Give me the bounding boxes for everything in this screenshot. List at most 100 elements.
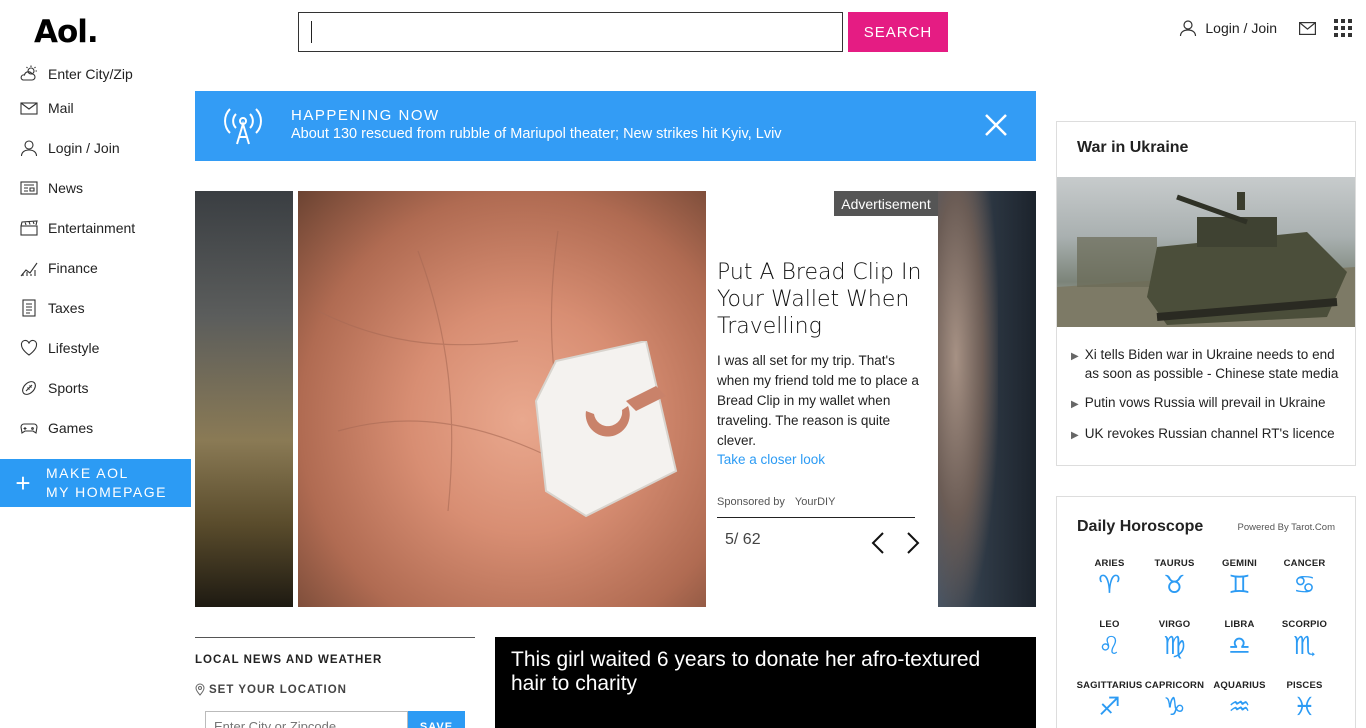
- header-login[interactable]: Login / Join: [1179, 19, 1277, 37]
- sidebar-item-sports[interactable]: Sports: [0, 368, 191, 408]
- sidebar-item-label: News: [48, 180, 84, 196]
- save-location-button[interactable]: SAVE: [408, 711, 465, 728]
- war-headline[interactable]: ▶ Xi tells Biden war in Ukraine needs to …: [1071, 345, 1347, 383]
- aquarius-icon: ♒: [1228, 692, 1251, 721]
- sagittarius-icon: ♐: [1098, 692, 1121, 721]
- search-button[interactable]: SEARCH: [848, 12, 948, 52]
- carousel-prev-slide-image[interactable]: [195, 191, 293, 607]
- sidebar-item-finance[interactable]: Finance: [0, 248, 191, 288]
- tank-image[interactable]: [1057, 177, 1355, 327]
- location-pin-icon: [195, 683, 205, 696]
- gamepad-icon: [20, 423, 38, 434]
- aol-logo[interactable]: Aol.: [34, 14, 99, 50]
- zodiac-cancer[interactable]: CANCER ♋: [1272, 558, 1337, 605]
- card-divider: [717, 517, 915, 518]
- zodiac-pisces[interactable]: PISCES ♓: [1272, 680, 1337, 727]
- zodiac-virgo[interactable]: VIRGO ♍: [1142, 619, 1207, 666]
- zodiac-grid: ARIES ♈ TAURUS ♉ GEMINI ♊ CANCER ♋ LEO ♌ VIRG…: [1077, 558, 1337, 727]
- bread-clip-image: [534, 341, 678, 518]
- sidebar-item-label: Enter City/Zip: [48, 66, 133, 82]
- search-field[interactable]: [299, 13, 842, 51]
- sidebar-item-label: Login / Join: [48, 140, 120, 156]
- happening-now-banner[interactable]: HAPPENING NOW About 130 rescued from rub…: [195, 91, 1036, 161]
- chevron-right-icon[interactable]: [905, 531, 921, 555]
- portrait-image-shading: [938, 191, 998, 607]
- scorpio-icon: ♏: [1293, 631, 1316, 660]
- make-homepage-label: MAKE AOL MY HOMEPAGE: [46, 465, 168, 500]
- sidebar-item-label: Sports: [48, 380, 89, 396]
- zodiac-leo[interactable]: LEO ♌: [1077, 619, 1142, 666]
- war-in-ukraine-module: War in Ukraine ▶ Xi tells Biden war in Uk…: [1056, 121, 1356, 466]
- mail-icon: [1299, 21, 1316, 35]
- leo-icon: ♌: [1098, 631, 1121, 660]
- local-news-title: LOCAL NEWS AND WEATHER: [195, 654, 383, 666]
- triangle-icon: ▶: [1071, 399, 1079, 410]
- ball-icon: [22, 381, 36, 395]
- hero-carousel: Put A Bread Clip In Your Wallet When Tra…: [195, 191, 1036, 607]
- sidebar-item-label: Lifestyle: [48, 340, 100, 356]
- close-icon[interactable]: [982, 111, 1010, 139]
- user-icon: [1180, 20, 1197, 37]
- war-headline[interactable]: ▶ Putin vows Russia will prevail in Ukrai…: [1071, 393, 1347, 414]
- text-caret: [311, 21, 312, 43]
- sidebar-item-mail[interactable]: Mail: [0, 88, 191, 128]
- war-module-title[interactable]: War in Ukraine: [1077, 139, 1188, 157]
- libra-icon: ♎: [1228, 631, 1251, 660]
- carousel-main-image[interactable]: [298, 191, 706, 607]
- carousel-next-slide-image[interactable]: [938, 191, 1036, 607]
- sidebar-item-games[interactable]: Games: [0, 408, 191, 448]
- zodiac-gemini[interactable]: GEMINI ♊: [1207, 558, 1272, 605]
- user-icon: [20, 140, 38, 157]
- sidebar-item-news[interactable]: News: [0, 168, 191, 208]
- video-title[interactable]: This girl waited 6 years to donate her a…: [511, 648, 1021, 696]
- aries-icon: ♈: [1098, 570, 1121, 599]
- sidebar-item-label: Finance: [48, 260, 98, 276]
- zipcode-input[interactable]: [205, 711, 408, 728]
- header-login-label[interactable]: Login / Join: [1205, 20, 1277, 36]
- sidebar-item-weather[interactable]: Enter City/Zip: [0, 60, 191, 88]
- zodiac-taurus[interactable]: TAURUS ♉: [1142, 558, 1207, 605]
- carousel-ad-card[interactable]: Put A Bread Clip In Your Wallet When Tra…: [706, 231, 938, 607]
- broadcast-icon: [224, 108, 262, 145]
- weather-icon: [20, 65, 37, 81]
- cancer-icon: ♋: [1293, 570, 1316, 599]
- horoscope-powered-by[interactable]: Powered By Tarot.Com: [1237, 522, 1335, 533]
- set-location[interactable]: SET YOUR LOCATION: [195, 683, 347, 696]
- zodiac-scorpio[interactable]: SCORPIO ♏: [1272, 619, 1337, 666]
- heart-icon: [20, 339, 38, 356]
- sidebar-item-label: Mail: [48, 100, 74, 116]
- sidebar-item-lifestyle[interactable]: Lifestyle: [0, 328, 191, 368]
- zodiac-capricorn[interactable]: CAPRICORN ♑: [1142, 680, 1207, 727]
- war-headline[interactable]: ▶ UK revokes Russian channel RT's licence: [1071, 424, 1347, 445]
- sidebar-item-label: Taxes: [48, 300, 85, 316]
- war-headlines: ▶ Xi tells Biden war in Ukraine needs to …: [1071, 345, 1347, 455]
- triangle-icon: ▶: [1071, 351, 1079, 362]
- ad-title[interactable]: Put A Bread Clip In Your Wallet When Tra…: [717, 259, 927, 340]
- happening-now-headline[interactable]: About 130 rescued from rubble of Mariupo…: [291, 126, 782, 142]
- video-player[interactable]: This girl waited 6 years to donate her a…: [495, 637, 1036, 728]
- triangle-icon: ▶: [1071, 430, 1079, 441]
- zodiac-libra[interactable]: LIBRA ♎: [1207, 619, 1272, 666]
- sponsor-name[interactable]: YourDIY: [795, 496, 836, 508]
- ad-description: I was all set for my trip. That's when m…: [717, 353, 919, 448]
- taurus-icon: ♉: [1163, 570, 1186, 599]
- chevron-left-icon[interactable]: [870, 531, 886, 555]
- clapperboard-icon: [20, 220, 38, 236]
- take-closer-look-link[interactable]: Take a closer look: [717, 452, 825, 467]
- zodiac-aquarius[interactable]: AQUARIUS ♒: [1207, 680, 1272, 727]
- sidebar-item-entertainment[interactable]: Entertainment: [0, 208, 191, 248]
- sidebar: Enter City/Zip Mail Login / Join News En…: [0, 60, 191, 448]
- zodiac-sagittarius[interactable]: SAGITTARIUS ♐: [1077, 680, 1143, 727]
- sidebar-item-login[interactable]: Login / Join: [0, 128, 191, 168]
- apps-grid-icon[interactable]: [1334, 19, 1352, 37]
- zodiac-aries[interactable]: ARIES ♈: [1077, 558, 1142, 605]
- header-mail[interactable]: [1299, 21, 1316, 35]
- chart-icon: [20, 262, 38, 277]
- virgo-icon: ♍: [1163, 631, 1186, 660]
- sidebar-item-taxes[interactable]: Taxes: [0, 288, 191, 328]
- horoscope-title: Daily Horoscope: [1077, 518, 1204, 535]
- mail-icon: [20, 102, 38, 115]
- search-input[interactable]: [298, 12, 843, 52]
- news-icon: [20, 181, 38, 195]
- make-homepage-button[interactable]: + MAKE AOL MY HOMEPAGE: [0, 459, 191, 507]
